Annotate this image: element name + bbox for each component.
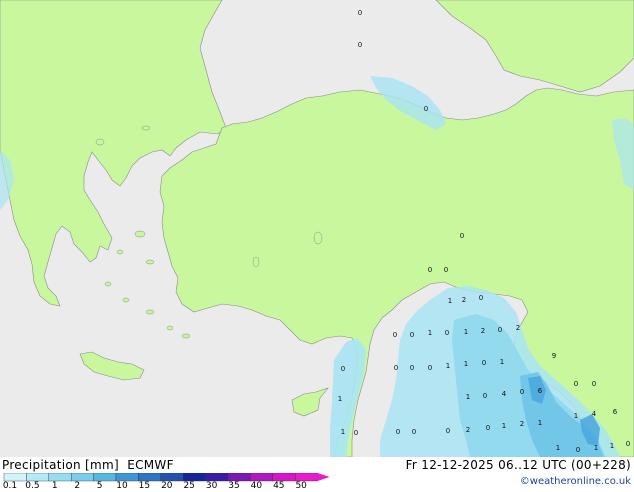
precip-value-label: 0 xyxy=(410,364,414,372)
precip-value-label: 4 xyxy=(592,410,597,418)
precip-value-label: 1 xyxy=(500,358,504,366)
precip-value-label: 0 xyxy=(574,380,578,388)
legend-swatch xyxy=(250,473,273,482)
precip-value-label: 1 xyxy=(464,328,468,336)
legend-swatch xyxy=(227,473,251,482)
precip-value-label: 0 xyxy=(410,331,414,339)
precip-value-label: 0 xyxy=(396,428,400,436)
precip-value-label: 0 xyxy=(428,266,432,274)
legend-swatch xyxy=(93,473,117,482)
precip-value-label: 2 xyxy=(462,296,466,304)
legend-swatch xyxy=(138,473,161,482)
legend-swatch xyxy=(205,473,229,482)
precip-value-label: 0 xyxy=(354,429,358,437)
precip-value-label: 0 xyxy=(479,294,483,302)
precip-value-label: 0 xyxy=(498,326,502,334)
precip-value-label: 0 xyxy=(358,41,362,49)
precip-value-label: 2 xyxy=(481,327,485,335)
precip-value-label: 1 xyxy=(448,297,452,305)
precip-value-label: 1 xyxy=(610,442,614,450)
precip-value-label: 2 xyxy=(520,420,524,428)
precip-value-label: 1 xyxy=(538,419,542,427)
legend-swatch xyxy=(160,473,184,482)
precip-value-label: 0 xyxy=(358,9,362,17)
legend-swatch xyxy=(70,473,94,482)
precip-value-label: 0 xyxy=(483,392,487,400)
precip-value-label: 1 xyxy=(341,428,345,436)
precip-value-label: 1 xyxy=(446,362,450,370)
precip-value-label: 0 xyxy=(412,428,416,436)
precip-value-label: 0 xyxy=(460,232,464,240)
precip-value-label: 1 xyxy=(574,412,578,420)
precip-value-label: 0 xyxy=(520,388,524,396)
legend-swatch xyxy=(3,473,27,482)
precip-value-label: 4 xyxy=(502,390,507,398)
precip-value-label: 1 xyxy=(338,395,342,403)
precip-value-label: 0 xyxy=(424,105,428,113)
precip-value-label: 1 xyxy=(594,444,598,452)
precip-value-label: 0 xyxy=(341,365,345,373)
precip-value-label: 0 xyxy=(445,329,449,337)
precip-value-label: 1 xyxy=(466,393,470,401)
precip-value-label: 9 xyxy=(552,352,556,360)
legend-swatch xyxy=(295,473,318,482)
precip-value-label: 0 xyxy=(428,364,432,372)
precip-value-label: 0 xyxy=(486,424,490,432)
precip-value-label: 0 xyxy=(394,364,398,372)
precip-value-label: 0 xyxy=(626,440,630,448)
precip-value-label: 1 xyxy=(556,444,560,452)
valid-time: Fr 12-12-2025 06..12 UTC (00+228) xyxy=(405,458,631,472)
legend-overflow-arrow xyxy=(317,473,330,481)
legend-swatch xyxy=(115,473,139,482)
precip-value-label: 6 xyxy=(613,408,618,416)
precip-value-label: 2 xyxy=(516,324,520,332)
precip-value-label: 6 xyxy=(538,387,543,395)
legend-swatch xyxy=(48,473,72,482)
legend-tick-labels: 0.1 0.5 1 2 5 10 15 20 25 30 35 40 45 50 xyxy=(0,482,330,492)
precip-value-label: 1 xyxy=(502,422,506,430)
map-title: Precipitation [mm] ECMWF xyxy=(2,458,174,472)
precip-value-label: 0 xyxy=(393,331,397,339)
precip-value-label: 0 xyxy=(444,266,448,274)
precipitation-map: 0 0 0 0 0 0 0 1 2 0 0 0 1 0 1 2 0 2 0 0 0 1 1 0 1 0 0 9 1 1 0 4 0 6 1 0 0 0 0 2… xyxy=(0,0,634,457)
map-canvas: 0 0 0 0 0 0 0 1 2 0 0 0 1 0 1 2 0 2 0 0 0 1 1 0 1 0 0 9 1 1 0 4 0 6 1 0 0 0 0 2… xyxy=(0,0,634,457)
precip-value-label: 0 xyxy=(482,359,486,367)
credit-link[interactable]: ©weatheronline.co.uk xyxy=(520,476,631,487)
precip-value-label: 1 xyxy=(464,360,468,368)
legend-swatch xyxy=(26,473,49,482)
precip-value-label: 2 xyxy=(466,426,470,434)
legend-swatch xyxy=(272,473,296,482)
precip-value-label: 1 xyxy=(428,329,432,337)
precip-value-label: 0 xyxy=(446,427,450,435)
footer-bar: Precipitation [mm] ECMWF Fr 12-12-2025 0… xyxy=(0,457,634,492)
legend-swatch xyxy=(182,473,206,482)
precip-value-label: 0 xyxy=(592,380,596,388)
precip-value-label: 0 xyxy=(576,446,580,454)
